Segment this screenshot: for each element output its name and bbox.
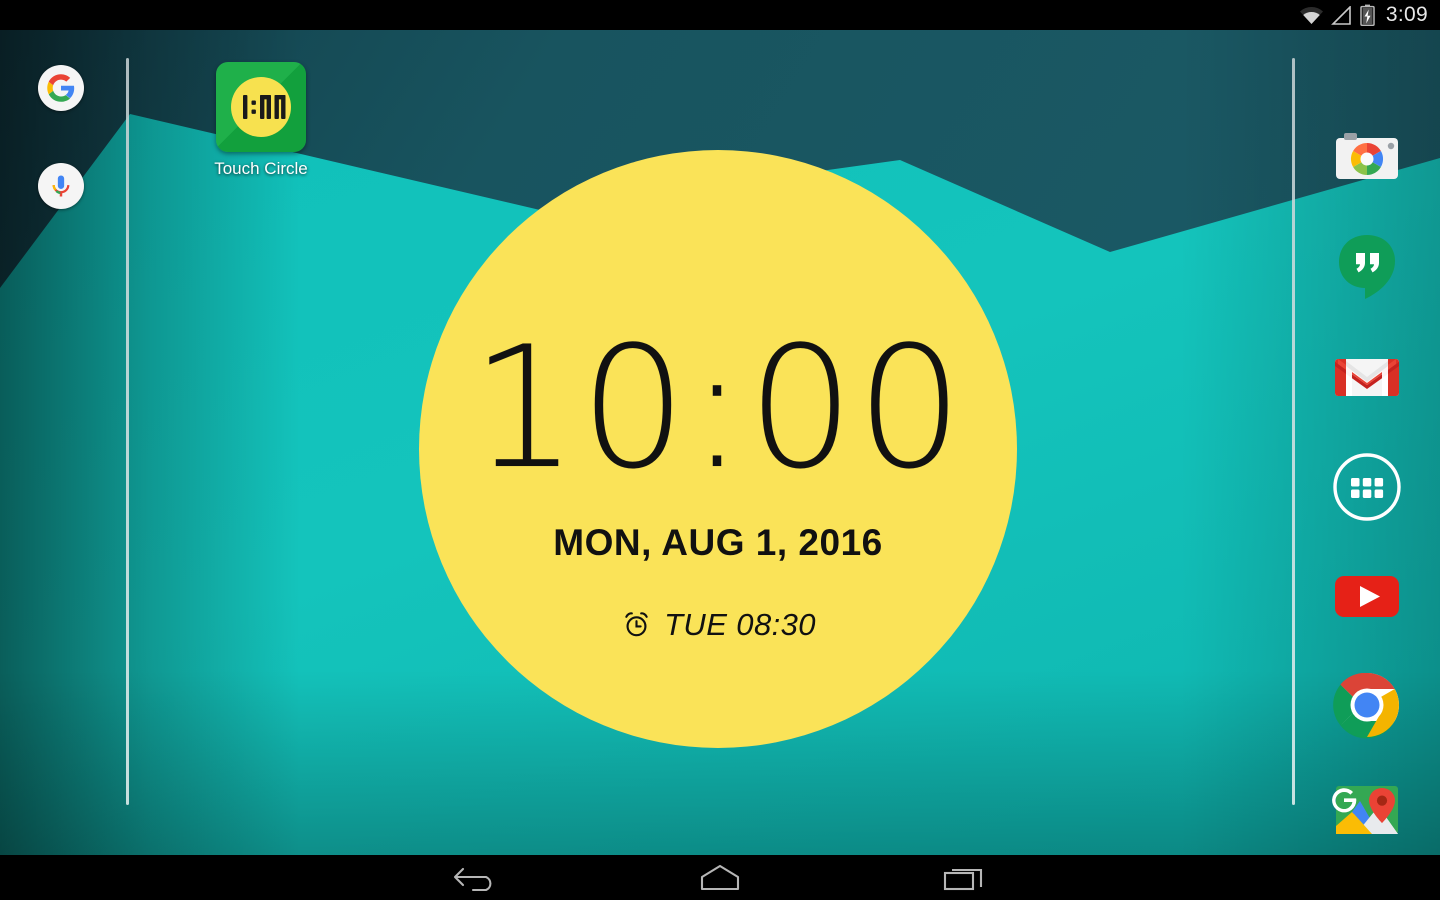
dock-item-gmail[interactable] <box>1331 341 1403 413</box>
recents-icon <box>943 868 983 890</box>
wifi-icon <box>1299 6 1323 24</box>
google-mic-icon <box>52 175 70 197</box>
clock-widget[interactable]: 10:00 MON, AUG 1, 2016 TUE 08:30 <box>419 150 1017 748</box>
navigation-bar <box>0 855 1440 900</box>
android-home-screen: Touch Circle 10:00 MON, AUG 1, 2016 TUE … <box>0 0 1440 900</box>
youtube-icon <box>1334 576 1399 617</box>
home-icon <box>700 864 740 890</box>
status-bar-icons: 3:09 <box>1299 0 1428 30</box>
cell-signal-icon <box>1330 5 1351 25</box>
app-shortcut-touch-circle[interactable]: Touch Circle <box>194 62 328 179</box>
dock-item-camera[interactable] <box>1331 122 1403 194</box>
touch-circle-app-icon <box>216 62 306 152</box>
voice-search-icon[interactable] <box>38 163 84 209</box>
status-bar-clock: 3:09 <box>1385 3 1428 26</box>
widget-time: 10:00 <box>470 310 966 506</box>
home-button[interactable] <box>665 855 775 900</box>
google-camera-icon <box>1335 133 1398 179</box>
status-bar[interactable]: 3:09 <box>0 0 1440 30</box>
page-indicator-left <box>126 58 129 805</box>
dock-item-app-drawer[interactable] <box>1331 451 1403 523</box>
back-icon <box>453 867 492 891</box>
dock-item-hangouts[interactable] <box>1331 231 1403 303</box>
widget-date: MON, AUG 1, 2016 <box>553 522 883 563</box>
widget-alarm-text: TUE 08:30 <box>664 607 816 642</box>
hangouts-icon <box>1338 235 1395 299</box>
dock-item-chrome[interactable] <box>1331 669 1403 741</box>
touch-circle-label: Touch Circle <box>214 159 308 178</box>
app-drawer-icon <box>1332 453 1401 521</box>
battery-charging-icon <box>1360 4 1375 26</box>
wallpaper[interactable]: Touch Circle 10:00 MON, AUG 1, 2016 TUE … <box>0 30 1440 855</box>
gmail-icon <box>1334 359 1399 396</box>
back-button[interactable] <box>421 855 531 900</box>
alarm-clock-icon <box>625 612 648 637</box>
google-search-icon[interactable] <box>38 65 84 111</box>
dock-item-youtube[interactable] <box>1331 560 1403 632</box>
app-dock <box>1293 60 1440 855</box>
recents-button[interactable] <box>909 855 1019 900</box>
google-logo-icon <box>47 74 75 102</box>
google-maps-icon <box>1331 786 1398 834</box>
chrome-icon <box>1332 672 1399 739</box>
touch-circle-glyph <box>231 77 291 137</box>
dock-item-maps[interactable] <box>1331 773 1403 845</box>
widget-alarm[interactable]: TUE 08:30 <box>419 608 1017 641</box>
